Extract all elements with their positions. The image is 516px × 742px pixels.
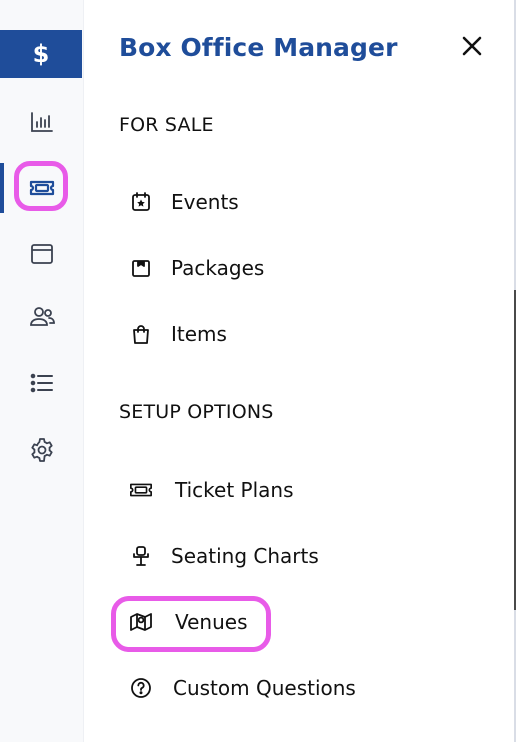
chair-icon (129, 544, 153, 568)
package-icon (129, 256, 153, 280)
question-circle-icon (129, 676, 153, 700)
menu-item-label: Packages (171, 256, 265, 280)
rail-item-customers[interactable] (0, 292, 83, 342)
browser-window-icon (30, 244, 53, 264)
menu-item-label: Seating Charts (171, 544, 319, 568)
ticket-icon (129, 478, 153, 502)
menu-item-ticket-plans[interactable]: Ticket Plans (129, 470, 294, 510)
menu-item-label: Items (171, 322, 227, 346)
brand-button[interactable]: $ (0, 30, 82, 78)
menu-item-label: Ticket Plans (175, 478, 294, 502)
left-rail: $ (0, 0, 84, 742)
menu-item-packages[interactable]: Packages (129, 248, 264, 288)
menu-item-label: Custom Questions (173, 676, 356, 700)
close-button[interactable] (460, 34, 484, 58)
panel-title: Box Office Manager (119, 33, 398, 62)
rail-item-lists[interactable] (0, 358, 83, 408)
users-icon (29, 307, 55, 326)
app-frame: $ Box Office Manager FOR SALE Events Pac… (0, 0, 516, 742)
section-setup-options: SETUP OPTIONS (119, 401, 274, 423)
menu-item-items[interactable]: Items (129, 314, 227, 354)
rail-item-settings[interactable] (0, 425, 83, 475)
menu-item-seating-charts[interactable]: Seating Charts (129, 536, 319, 576)
close-icon (462, 36, 482, 56)
dollar-icon: $ (32, 40, 50, 68)
calendar-star-icon (129, 190, 153, 214)
bar-chart-icon (30, 112, 53, 132)
rail-highlight-ring (14, 161, 68, 211)
rail-item-reports[interactable] (0, 97, 83, 147)
menu-item-events[interactable]: Events (129, 182, 239, 222)
shopping-bag-icon (129, 322, 153, 346)
rail-item-pages[interactable] (0, 229, 83, 279)
menu-item-label: Events (171, 190, 239, 214)
gear-icon (30, 438, 53, 462)
section-for-sale: FOR SALE (119, 114, 214, 136)
venues-highlight-ring (111, 596, 271, 652)
list-icon (30, 373, 53, 393)
menu-item-custom-questions[interactable]: Custom Questions (129, 668, 356, 708)
